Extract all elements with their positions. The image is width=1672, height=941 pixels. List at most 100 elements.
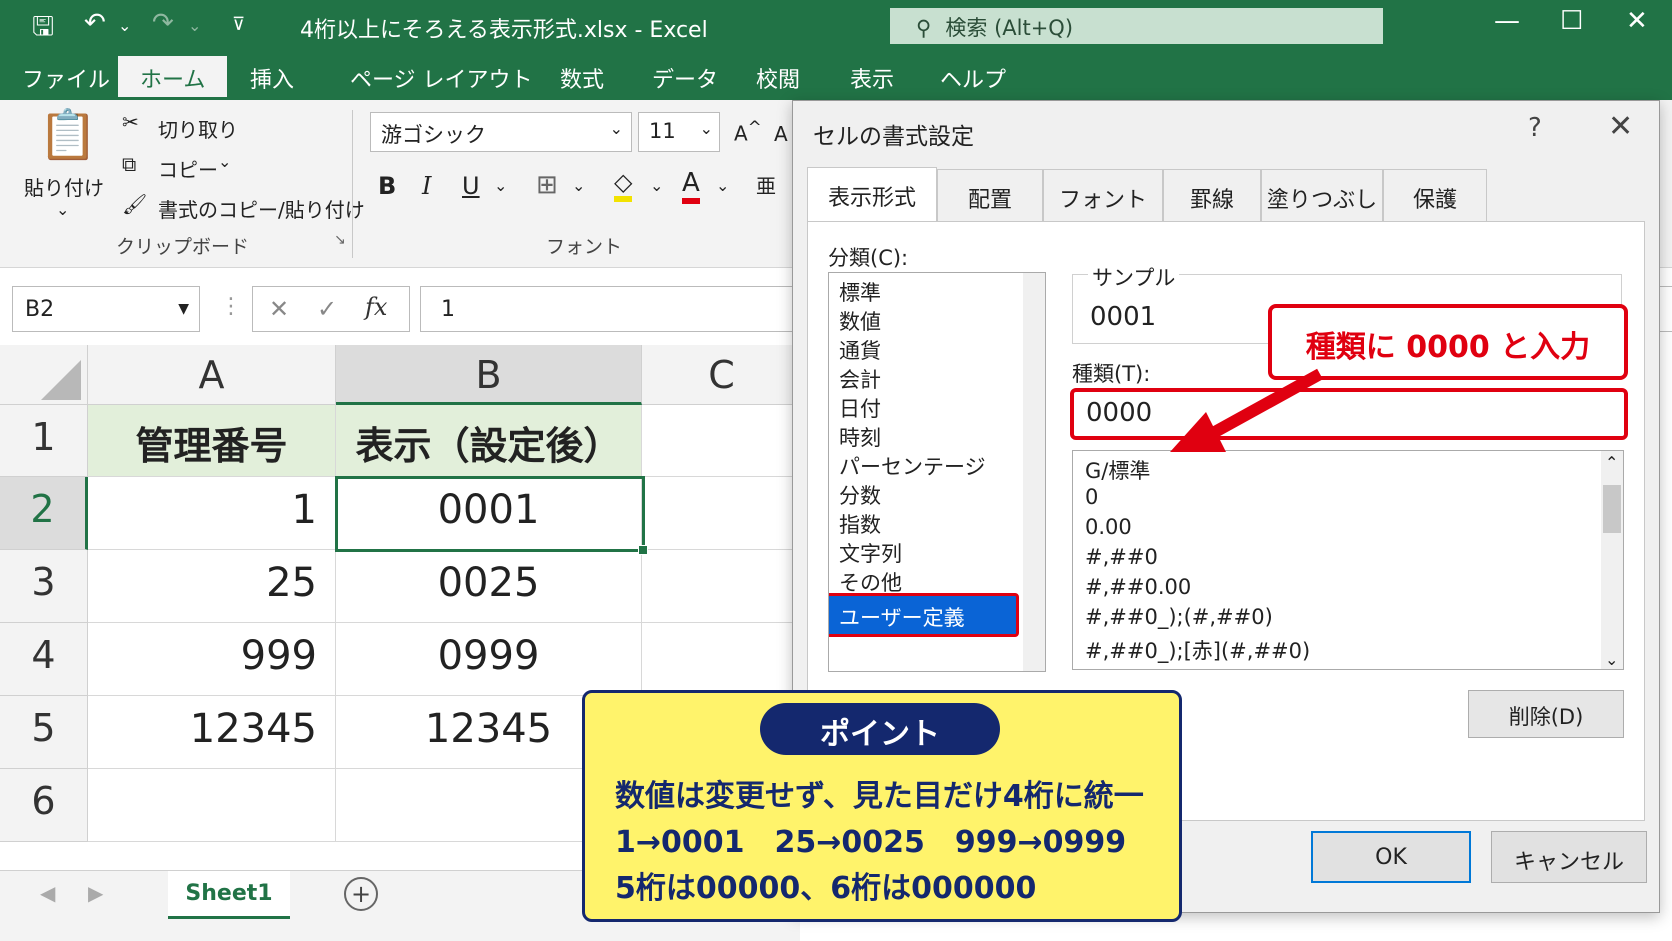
tab-insert[interactable]: 挿入 <box>250 62 294 94</box>
format-scroll-thumb[interactable] <box>1603 485 1621 533</box>
customize-qat-icon[interactable]: ⊽ <box>232 14 245 35</box>
paste-button[interactable]: 貼り付け <box>24 172 104 201</box>
name-box[interactable]: B2 ▼ <box>12 286 200 332</box>
column-header-b[interactable]: B <box>336 345 642 405</box>
font-name-select[interactable]: 游ゴシック ⌄ <box>370 112 632 152</box>
cell-b1[interactable]: 表示（設定後） <box>336 405 642 477</box>
paste-icon[interactable]: 📋 <box>38 106 98 163</box>
add-sheet-icon[interactable]: + <box>344 877 378 911</box>
tab-number-format[interactable]: 表示形式 <box>807 167 937 223</box>
tab-data[interactable]: データ <box>652 62 718 94</box>
category-item-fraction[interactable]: 分数 <box>839 480 881 510</box>
font-color-icon[interactable]: A <box>682 168 700 204</box>
cell-a6[interactable] <box>88 769 336 842</box>
category-item-currency[interactable]: 通貨 <box>839 335 881 365</box>
confirm-entry-icon[interactable]: ✓ <box>317 295 337 323</box>
category-item-time[interactable]: 時刻 <box>839 422 881 452</box>
tab-page-layout[interactable]: ページ レイアウト <box>350 62 533 94</box>
cell-a5[interactable]: 12345 <box>88 696 336 769</box>
scroll-down-icon[interactable]: ⌄ <box>1605 650 1618 669</box>
copy-button[interactable]: コピー <box>158 154 218 183</box>
delete-button[interactable]: 削除(D) <box>1468 690 1624 738</box>
cell-a1[interactable]: 管理番号 <box>88 405 336 477</box>
cell-c3[interactable] <box>642 550 802 623</box>
format-scrollbar[interactable]: ⌃ ⌄ <box>1601 451 1623 669</box>
category-item-scientific[interactable]: 指数 <box>839 509 881 539</box>
format-code-item[interactable]: #,##0 <box>1085 545 1158 569</box>
scroll-up-icon[interactable]: ⌃ <box>1605 453 1618 472</box>
decrease-font-icon[interactable]: A <box>774 122 788 146</box>
clipboard-launcher-icon[interactable]: ↘ <box>334 232 346 248</box>
category-item-text[interactable]: 文字列 <box>839 538 902 568</box>
borders-icon[interactable]: ⊞ <box>536 170 558 200</box>
row-header-6[interactable]: 6 <box>0 769 88 842</box>
tab-formulas[interactable]: 数式 <box>560 62 604 94</box>
tab-border[interactable]: 罫線 <box>1163 169 1261 221</box>
category-item-date[interactable]: 日付 <box>839 393 881 423</box>
help-icon[interactable]: ? <box>1528 113 1542 143</box>
maximize-icon[interactable]: ☐ <box>1560 6 1583 36</box>
phonetic-icon[interactable]: 亜 <box>756 170 776 199</box>
column-header-a[interactable]: A <box>88 345 336 405</box>
insert-function-icon[interactable]: fx <box>365 293 387 321</box>
format-code-item[interactable]: 0 <box>1085 485 1098 509</box>
ok-button[interactable]: OK <box>1311 831 1471 883</box>
fill-handle[interactable] <box>638 545 648 555</box>
copy-dropdown-icon[interactable]: ⌄ <box>218 152 231 171</box>
format-code-item[interactable]: G/標準 <box>1085 455 1150 485</box>
tab-alignment[interactable]: 配置 <box>937 169 1043 221</box>
category-item-number[interactable]: 数値 <box>839 306 881 336</box>
format-code-item[interactable]: #,##0.00 <box>1085 575 1191 599</box>
cell-a2[interactable]: 1 <box>88 477 336 550</box>
cancel-button[interactable]: キャンセル <box>1491 831 1647 883</box>
format-code-item[interactable]: 0.00 <box>1085 515 1132 539</box>
cell-c4[interactable] <box>642 623 802 696</box>
cell-b4[interactable]: 0999 <box>336 623 642 696</box>
row-header-4[interactable]: 4 <box>0 623 88 696</box>
row-header-5[interactable]: 5 <box>0 696 88 769</box>
tab-protection[interactable]: 保護 <box>1383 169 1487 221</box>
type-input[interactable]: 0000 <box>1070 388 1628 440</box>
cell-c2[interactable] <box>642 477 802 550</box>
tab-view[interactable]: 表示 <box>850 62 894 94</box>
increase-font-icon[interactable]: A^ <box>734 118 762 146</box>
tab-font[interactable]: フォント <box>1043 169 1163 221</box>
cell-c1[interactable] <box>642 405 802 477</box>
select-all-corner[interactable] <box>0 345 88 405</box>
cancel-entry-icon[interactable]: ✕ <box>269 295 289 323</box>
row-header-1[interactable]: 1 <box>0 405 88 477</box>
cell-a3[interactable]: 25 <box>88 550 336 623</box>
bold-button[interactable]: B <box>378 172 396 200</box>
cell-b3[interactable]: 0025 <box>336 550 642 623</box>
italic-button[interactable]: I <box>422 172 431 200</box>
redo-dropdown-icon[interactable]: ⌄ <box>188 16 201 35</box>
minimize-icon[interactable]: — <box>1494 6 1520 36</box>
category-item-custom[interactable]: ユーザー定義 <box>829 593 1019 637</box>
scroll-right-icon[interactable]: ▶ <box>88 881 103 905</box>
tab-review[interactable]: 校閲 <box>756 62 800 94</box>
column-header-c[interactable]: C <box>642 345 802 405</box>
tab-help[interactable]: ヘルプ <box>940 62 1006 94</box>
sheet-tab-sheet1[interactable]: Sheet1 <box>168 871 290 919</box>
format-code-item[interactable]: #,##0_);[赤](#,##0) <box>1085 635 1310 665</box>
fill-color-dropdown-icon[interactable]: ⌄ <box>650 176 663 195</box>
category-item-percentage[interactable]: パーセンテージ <box>839 451 986 481</box>
undo-icon[interactable]: ↶ <box>84 8 106 38</box>
close-window-icon[interactable]: ✕ <box>1626 6 1648 36</box>
save-icon[interactable]: 🖫 <box>32 8 54 52</box>
cut-button[interactable]: 切り取り <box>158 114 238 143</box>
tab-fill[interactable]: 塗りつぶし <box>1261 169 1383 221</box>
format-painter-button[interactable]: 書式のコピー/貼り付け <box>158 194 365 223</box>
search-input[interactable]: ⚲ 検索 (Alt+Q) <box>890 8 1383 44</box>
paste-dropdown-icon[interactable]: ⌄ <box>56 200 69 219</box>
category-item-accounting[interactable]: 会計 <box>839 364 881 394</box>
font-size-select[interactable]: 11 ⌄ <box>638 112 720 152</box>
format-code-item[interactable]: #,##0_);(#,##0) <box>1085 605 1273 629</box>
undo-dropdown-icon[interactable]: ⌄ <box>118 16 131 35</box>
format-code-list[interactable]: G/標準 0 0.00 #,##0 #,##0.00 #,##0_);(#,##… <box>1072 450 1624 670</box>
redo-icon[interactable]: ↷ <box>152 8 174 38</box>
tab-home[interactable]: ホーム <box>118 56 228 100</box>
scroll-left-icon[interactable]: ◀ <box>40 881 55 905</box>
close-dialog-icon[interactable]: ✕ <box>1608 109 1633 144</box>
cell-a4[interactable]: 999 <box>88 623 336 696</box>
